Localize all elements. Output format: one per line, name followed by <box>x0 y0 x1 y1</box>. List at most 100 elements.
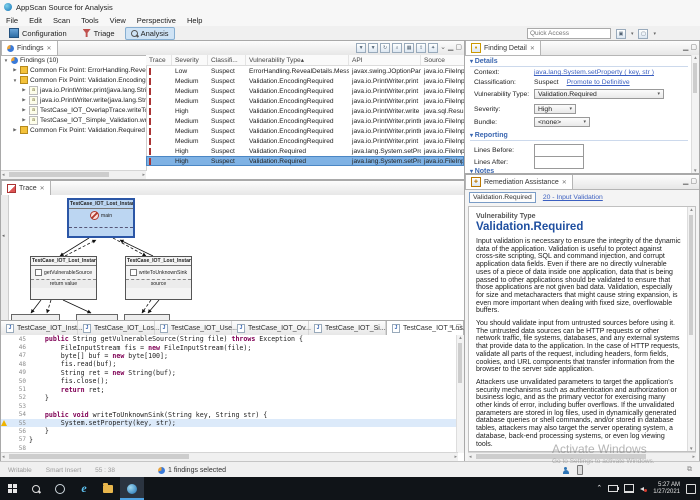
menu-scan[interactable]: Scan <box>53 16 70 25</box>
trace-icon[interactable] <box>149 68 151 75</box>
minimize-icon[interactable]: ▁ <box>683 178 688 185</box>
close-icon[interactable]: ✕ <box>530 45 535 52</box>
trace-icon[interactable] <box>149 138 151 145</box>
menu-edit[interactable]: Edit <box>29 16 42 25</box>
tab-trace[interactable]: Trace ✕ <box>1 181 51 195</box>
severity-select[interactable]: High▾ <box>534 104 576 114</box>
tree-hscrollbar[interactable]: ◂ ▸ <box>1 170 146 179</box>
minimize-icon[interactable]: ▁ <box>683 44 688 51</box>
details-section-header[interactable]: Details <box>470 58 688 67</box>
column-header-source[interactable]: Source <box>421 55 464 65</box>
code-line[interactable]: 57} <box>1 436 457 444</box>
editor-tab[interactable]: JTestCase_IOT_Use... <box>155 321 232 335</box>
trace-node-main[interactable]: TestCase_IOT_Lost_Instance main <box>67 198 135 238</box>
perspective-dropdown2-icon[interactable]: ▾ <box>653 31 656 37</box>
column-header-trace[interactable]: Trace <box>146 55 172 65</box>
code-line[interactable]: 49 String ret = new String(buf); <box>1 369 457 377</box>
open-perspective-icon[interactable]: ▣ <box>616 29 626 39</box>
user-status-icon[interactable] <box>562 467 569 474</box>
quick-access-input[interactable] <box>527 28 611 39</box>
vulnerability-type-chip[interactable]: Validation.Required <box>469 192 536 203</box>
tree-expander-icon[interactable]: ▼ <box>12 78 18 83</box>
remediation-hscrollbar[interactable]: ◂ ▸ <box>468 452 696 461</box>
finding-row[interactable]: MediumSuspectValidation.EncodingRequired… <box>146 86 464 96</box>
context-link[interactable]: java.lang.System.setProperty ( key, str … <box>534 69 654 76</box>
remediation-vscrollbar[interactable]: ▲ ▼ <box>687 207 695 451</box>
file-explorer-button[interactable] <box>96 477 120 500</box>
other-perspective-icon[interactable]: ▢ <box>638 29 648 39</box>
tab-remediation-assistance[interactable]: ✚ Remediation Assistance ✕ <box>465 175 573 189</box>
code-area[interactable]: 45 public String getVulnerableSource(Str… <box>1 335 457 453</box>
tab-findings[interactable]: Findings ✕ <box>1 41 58 55</box>
finding-row[interactable]: HighSuspectValidation.EncodingRequiredja… <box>146 106 464 116</box>
trace-node-sink[interactable]: TestCase_IOT_Lost_Instance writeToUnknow… <box>125 256 192 300</box>
maximize-icon[interactable]: ▢ <box>455 44 462 51</box>
editor-hscrollbar[interactable]: ◂ ▸ <box>1 452 458 461</box>
tree-expander-icon[interactable]: ▼ <box>3 58 9 63</box>
column-header-vulnerability-type[interactable]: Vulnerability Type ▴ <box>246 55 349 65</box>
editor-tab[interactable]: JTestCase_IOT_Ov... <box>232 321 309 335</box>
menu-perspective[interactable]: Perspective <box>137 16 176 25</box>
code-line[interactable]: 51 return ret; <box>1 385 457 393</box>
finding-row[interactable]: HighSuspectValidation.Requiredjava.lang.… <box>146 156 464 166</box>
perspective-analysis[interactable]: Analysis <box>125 27 175 40</box>
reporting-section-header[interactable]: Reporting <box>470 132 688 141</box>
tree-expander-icon[interactable]: ▶ <box>21 97 27 103</box>
tree-item[interactable]: ▼Common Fix Point: Validation.EncodingRe… <box>1 75 146 85</box>
export-icon[interactable]: ⇪ <box>416 43 426 53</box>
editor-tab[interactable]: JTestCase_IOT_Si... <box>309 321 386 335</box>
perspective-triage[interactable]: Triage <box>77 27 121 40</box>
cortana-button[interactable] <box>48 477 72 500</box>
maximize-icon[interactable]: ▢ <box>690 44 697 51</box>
editor-vscrollbar[interactable]: ▲ <box>456 335 464 453</box>
code-line[interactable]: 53 <box>1 402 457 410</box>
input-validation-link[interactable]: 20 - Input Validation <box>543 194 603 201</box>
code-line[interactable]: 54 public void writeToUnknownSink(String… <box>1 411 457 419</box>
tree-item[interactable]: ▶aTestCase_IOT_Simple_Validation.writeTo… <box>1 115 146 125</box>
network-icon[interactable] <box>624 484 634 493</box>
tree-item[interactable]: ▶Common Fix Point: ErrorHandling.RevealD… <box>1 65 146 75</box>
notifications-icon[interactable] <box>686 484 696 494</box>
tab-overflow-icon[interactable]: ≡ <box>449 324 453 331</box>
tree-expander-icon[interactable]: ▶ <box>12 67 18 73</box>
finding-row[interactable]: MediumSuspectValidation.EncodingRequired… <box>146 76 464 86</box>
minimize-icon[interactable]: ▁ <box>448 44 453 51</box>
appscan-taskbar-button[interactable] <box>120 477 144 500</box>
menu-help[interactable]: Help <box>187 16 202 25</box>
tree-expander-icon[interactable]: ▶ <box>21 107 27 113</box>
close-icon[interactable]: ✕ <box>562 179 567 186</box>
tree-item[interactable]: ▶ajava.io.PrintWriter.print(java.lang.St… <box>1 85 146 95</box>
volume-muted-icon[interactable] <box>640 485 647 492</box>
filter-icon[interactable]: ▼ <box>356 43 366 53</box>
finding-detail-vscrollbar[interactable]: ▲ ▼ <box>691 55 699 173</box>
finding-row[interactable]: LowSuspectErrorHandling.RevealDetails.Me… <box>146 66 464 76</box>
trace-vscrollbar[interactable]: ◂ <box>1 195 9 320</box>
finding-row[interactable]: MediumSuspectValidation.EncodingRequired… <box>146 136 464 146</box>
trace-icon[interactable] <box>149 78 151 85</box>
code-line[interactable]: 52 } <box>1 394 457 402</box>
maximize-icon[interactable]: ▢ <box>690 178 697 185</box>
bundle-select[interactable]: <none>▾ <box>534 117 590 127</box>
editor-tab[interactable]: JTestCase_IOT_Inst... <box>1 321 78 335</box>
code-line[interactable]: 45 public String getVulnerableSource(Str… <box>1 335 457 343</box>
finding-row[interactable]: MediumSuspectValidation.EncodingRequired… <box>146 96 464 106</box>
column-header-severity[interactable]: Severity <box>172 55 208 65</box>
close-icon[interactable]: ✕ <box>40 185 45 192</box>
code-line[interactable]: 48 fis.read(buf); <box>1 360 457 368</box>
tree-expander-icon[interactable]: ▶ <box>21 87 27 93</box>
tree-item[interactable]: ▶aTestCase_IOT_OverlapTrace.writeToVulne… <box>1 105 146 115</box>
perspective-dropdown-icon[interactable]: ▾ <box>631 31 634 37</box>
menu-file[interactable]: File <box>6 16 18 25</box>
device-status-icon[interactable] <box>577 465 583 475</box>
internet-explorer-button[interactable]: e <box>72 477 96 500</box>
menu-tools[interactable]: Tools <box>81 16 99 25</box>
finding-row[interactable]: HighSuspectValidation.Requiredjava.lang.… <box>146 146 464 156</box>
column-header-classifi-[interactable]: Classifi... <box>208 55 246 65</box>
trace-icon[interactable] <box>149 88 151 95</box>
tree-expander-icon[interactable]: ▶ <box>21 117 27 123</box>
start-button[interactable] <box>0 477 24 500</box>
maximize-icon[interactable]: ▢ <box>455 324 462 331</box>
taskbar-search-button[interactable] <box>24 477 48 500</box>
vulnerability-type-select[interactable]: Validation.Required▾ <box>534 89 664 99</box>
finding-row[interactable]: MediumSuspectValidation.EncodingRequired… <box>146 116 464 126</box>
